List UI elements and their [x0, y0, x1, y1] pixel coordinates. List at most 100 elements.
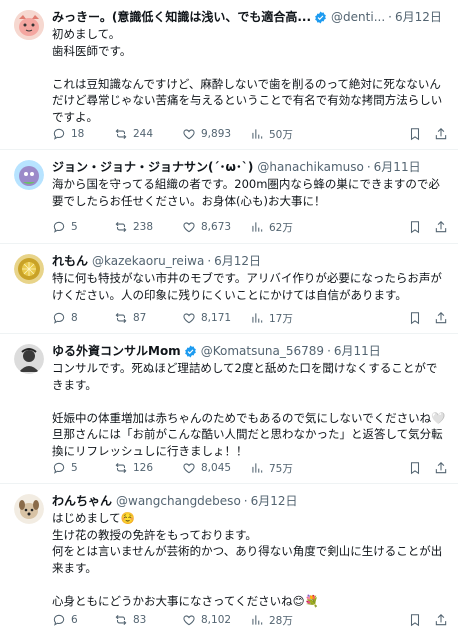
reply-button[interactable]: 18 [52, 127, 114, 141]
reply-icon [52, 220, 66, 234]
author-name[interactable]: みっきー。(意識低く知識は浅い、でも適合高... [52, 9, 311, 25]
like-count: 8,102 [201, 614, 232, 626]
avatar[interactable] [14, 344, 44, 374]
author-handle[interactable]: @hanachikamuso [257, 159, 363, 175]
views-icon [250, 127, 264, 141]
post-date[interactable]: 6月11日 [334, 343, 381, 359]
like-button[interactable]: 9,893 [182, 127, 250, 141]
like-button[interactable]: 8,102 [182, 613, 250, 627]
post-header: ジョン・ジョナ・ジョナサン(´･ω･`) @hanachikamuso · 6月… [52, 159, 450, 175]
like-icon [182, 461, 196, 475]
views-button[interactable]: 75万 [250, 461, 310, 476]
share-icon[interactable] [434, 220, 448, 234]
views-button[interactable]: 62万 [250, 220, 310, 235]
avatar[interactable] [14, 254, 44, 284]
bookmark-icon[interactable] [408, 220, 422, 234]
repost-button[interactable]: 244 [114, 127, 182, 141]
author-handle[interactable]: @wangchangdebeso [116, 493, 241, 509]
post-text-content: 特に何も特技がない市井のモブです。アリバイ作りが必要になったらお声がけください。… [52, 271, 442, 302]
post-date[interactable]: 6月12日 [214, 253, 261, 269]
reply-count: 5 [71, 462, 78, 474]
bookmark-icon[interactable] [408, 127, 422, 141]
reply-icon [52, 613, 66, 627]
like-icon [182, 127, 196, 141]
post-text: はじめまして☺️ 生け花の教授の免許をもっております。 何をとは言いませんが芸術… [52, 510, 448, 609]
avatar[interactable] [14, 10, 44, 40]
repost-count: 244 [133, 128, 154, 140]
author-name[interactable]: わんちゃん [52, 493, 112, 509]
post-text: 特に何も特技がない市井のモブです。アリバイ作りが必要になったらお声がけください。… [52, 270, 448, 303]
like-count: 9,893 [201, 128, 232, 140]
share-icon[interactable] [434, 311, 448, 325]
views-button[interactable]: 17万 [250, 311, 310, 326]
author-name[interactable]: ゆる外資コンサルMom [52, 343, 181, 359]
like-icon [182, 613, 196, 627]
post[interactable]: ジョン・ジョナ・ジョナサン(´･ω･`) @hanachikamuso · 6月… [0, 150, 458, 244]
like-button[interactable]: 8,171 [182, 311, 250, 325]
action-bar: 8 87 8,171 17万 [52, 310, 448, 326]
views-button[interactable]: 28万 [250, 613, 310, 628]
views-count: 17万 [269, 312, 293, 325]
views-count: 28万 [269, 614, 293, 627]
separator: · [366, 160, 371, 174]
post-header: ゆる外資コンサルMom @Komatsuna_56789 · 6月11日 [52, 343, 450, 359]
repost-button[interactable]: 87 [114, 311, 182, 325]
verified-icon [184, 345, 197, 358]
like-count: 8,171 [201, 312, 232, 324]
share-icon[interactable] [434, 613, 448, 627]
views-icon [250, 220, 264, 234]
views-icon [250, 311, 264, 325]
post[interactable]: れもん @kazekaoru_reiwa · 6月12日 特に何も特技がない市井… [0, 244, 458, 334]
post-date[interactable]: 6月12日 [251, 493, 298, 509]
author-handle[interactable]: @denti... [331, 9, 385, 25]
repost-button[interactable]: 238 [114, 220, 182, 234]
reply-button[interactable]: 6 [52, 613, 114, 627]
reply-count: 5 [71, 221, 78, 233]
like-button[interactable]: 8,045 [182, 461, 250, 475]
repost-icon [114, 311, 128, 325]
post-text-content: 海から国を守ってる組織の者です。200m圏内なら蜂の巣にできますので必要でしたら… [52, 177, 440, 208]
post-text: 初めまして。 歯科医師です。 これは豆知識なんですけど、麻酔しないで歯を削るのっ… [52, 26, 448, 125]
views-icon [250, 613, 264, 627]
like-button[interactable]: 8,673 [182, 220, 250, 234]
avatar[interactable] [14, 494, 44, 524]
repost-count: 126 [133, 462, 154, 474]
reply-button[interactable]: 5 [52, 220, 114, 234]
share-icon[interactable] [434, 127, 448, 141]
separator: · [207, 254, 212, 268]
reply-button[interactable]: 8 [52, 311, 114, 325]
post-header: わんちゃん @wangchangdebeso · 6月12日 [52, 493, 450, 509]
views-count: 75万 [269, 462, 293, 475]
bookmark-icon[interactable] [408, 311, 422, 325]
reply-button[interactable]: 5 [52, 461, 114, 475]
repost-button[interactable]: 83 [114, 613, 182, 627]
views-count: 50万 [269, 128, 293, 141]
separator: · [243, 494, 248, 508]
bookmark-icon[interactable] [408, 613, 422, 627]
reply-count: 6 [71, 614, 78, 626]
bookmark-icon[interactable] [408, 461, 422, 475]
repost-button[interactable]: 126 [114, 461, 182, 475]
separator: · [327, 344, 331, 358]
author-name[interactable]: れもん [52, 253, 88, 269]
post-header: れもん @kazekaoru_reiwa · 6月12日 [52, 253, 450, 269]
post-date[interactable]: 6月11日 [374, 159, 421, 175]
action-bar: 18 244 9,893 50万 [52, 126, 448, 142]
separator: · [388, 10, 392, 24]
like-icon [182, 311, 196, 325]
post-text: 海から国を守ってる組織の者です。200m圏内なら蜂の巣にできますので必要でしたら… [52, 176, 448, 209]
author-handle[interactable]: @Komatsuna_56789 [201, 343, 324, 359]
author-handle[interactable]: @kazekaoru_reiwa [92, 253, 204, 269]
share-icon[interactable] [434, 461, 448, 475]
views-button[interactable]: 50万 [250, 127, 310, 142]
post[interactable]: みっきー。(意識低く知識は浅い、でも適合高... @denti... · 6月1… [0, 0, 458, 150]
author-name[interactable]: ジョン・ジョナ・ジョナサン(´･ω･`) [52, 159, 253, 175]
repost-count: 83 [133, 614, 147, 626]
like-icon [182, 220, 196, 234]
repost-icon [114, 127, 128, 141]
post[interactable]: ゆる外資コンサルMom @Komatsuna_56789 · 6月11日 コンサ… [0, 334, 458, 484]
post-date[interactable]: 6月12日 [395, 9, 442, 25]
post[interactable]: わんちゃん @wangchangdebeso · 6月12日 はじめまして☺️ … [0, 484, 458, 640]
avatar[interactable] [14, 160, 44, 190]
like-count: 8,673 [201, 221, 232, 233]
